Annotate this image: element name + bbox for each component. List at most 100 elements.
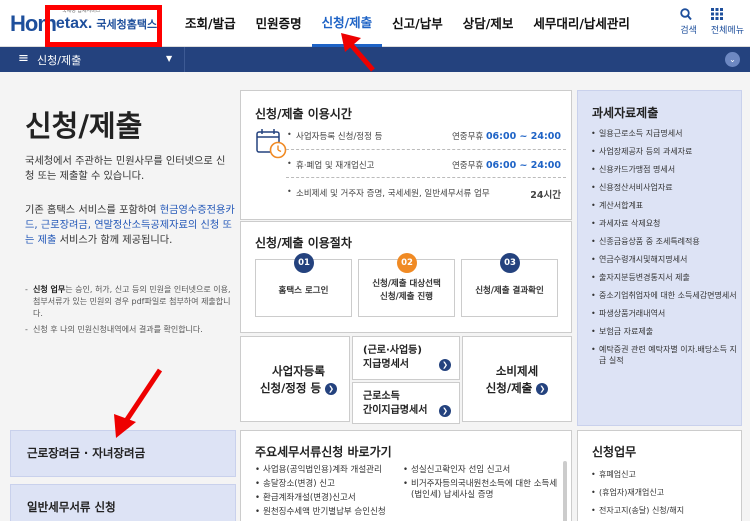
scrollbar[interactable] <box>563 461 567 521</box>
step-number: 01 <box>294 253 314 273</box>
step-label: 홈택스 로그인 <box>278 286 329 296</box>
list-item[interactable]: 신용정산서비사업자료 <box>591 182 739 193</box>
quick-links-title: 주요세무서류신청 바로가기 <box>255 445 392 459</box>
list-item[interactable]: 예탁증권 관련 예탁자별 이자.배당소득 지급 실적 <box>591 344 739 366</box>
bar-separator <box>184 47 185 72</box>
bar-title[interactable]: 신청/제출 <box>37 52 81 68</box>
desc2-pre: 기존 홈택스 서비스를 포함하여 <box>25 205 160 216</box>
hours-row-prefix: 연중무휴 <box>451 132 486 142</box>
step-select[interactable]: 02 신청/제출 대상선택 신청/제출 진행 <box>358 253 455 317</box>
main-nav: 조회/발급 민원증명 신청/제출 신고/납부 상담/제보 세무대리/납세관리 <box>175 0 640 47</box>
nav-item-inquiry[interactable]: 조회/발급 <box>175 0 246 47</box>
work-list: 휴폐업신고 (휴업자)재개업신고전자고지(송달) 신청/해지 <box>591 469 739 521</box>
step-label: 신청/제출 진행 <box>380 292 433 302</box>
payment-statement-tile[interactable]: (근로·사업등) 지급명세서 ❯ <box>352 336 460 380</box>
simple-payment-statement-tile[interactable]: 근로소득 간이지급명세서 ❯ <box>352 382 460 424</box>
application-work-panel: 신청업무 휴폐업신고 (휴업자)재개업신고전자고지(송달) 신청/해지 <box>577 430 742 521</box>
list-item[interactable]: 신용카드가맹점 명세서 <box>591 164 739 175</box>
tile-text: 사업자등록 신청/정정 등 ❯ <box>251 363 346 397</box>
hours-row-value: 연중무휴 06:00 ~ 24:00 <box>452 130 561 142</box>
list-item[interactable]: 출자지분등변경통지서 제출 <box>591 272 739 283</box>
list-item[interactable]: 파생상품거래내역서 <box>591 308 739 319</box>
clock-calendar-icon <box>256 129 287 159</box>
note-1-bold: 신청 업무 <box>33 285 66 294</box>
all-menu-button[interactable]: 전체메뉴 <box>710 6 744 36</box>
quick-links-col1: 사업용(공익법인용)계좌 개설관리 송달장소(변경) 신고 환급계좌개설(변경)… <box>255 465 405 521</box>
tile-text: 소비제세신청/제출 ❯ <box>463 363 571 397</box>
nav-item-consult[interactable]: 상담/제보 <box>453 0 524 47</box>
hours-row-label: 휴·폐업 및 재개업신고 <box>296 161 375 171</box>
step-result[interactable]: 03 신청/제출 결과확인 <box>461 253 558 317</box>
arrow-right-icon: ❯ <box>325 382 338 395</box>
quick-links-col2: 성실신고확인자 선임 신고서 비거주자등의국내원천소득에 대한 소득세(법인세)… <box>403 465 558 504</box>
step-label: 신청/제출 대상선택 <box>372 279 441 289</box>
tile-text: 근로소득간이지급명세서 <box>363 390 427 418</box>
list-item[interactable]: 중소기업취업자에 대한 소득세감면명세서 <box>591 290 739 301</box>
hamburger-icon[interactable]: ≡ <box>18 51 29 66</box>
chevron-down-icon[interactable]: ⌄ <box>725 52 740 67</box>
quick-link[interactable]: 원천징수세액 반기별납부 승인신청 <box>255 507 405 518</box>
tile-line: 소비제세 <box>495 364 539 378</box>
hours-row-time: 24시간 <box>530 190 561 201</box>
general-tax-document-button[interactable]: 일반세무서류 신청 <box>10 484 236 521</box>
list-item[interactable]: 과세자료 삭제요청 <box>591 218 739 229</box>
list-item[interactable]: 전자고지(송달) 신청/해지 <box>591 505 739 516</box>
arrow-right-icon: ❯ <box>536 382 549 395</box>
nav-item-agent[interactable]: 세무대리/납세관리 <box>523 0 640 47</box>
list-item[interactable]: 일용근로소득 지급명세서 <box>591 128 739 139</box>
quick-link[interactable]: 환급계좌개설(변경)신고서 <box>255 493 405 504</box>
list-item[interactable]: 휴폐업신고 <box>591 469 739 480</box>
hours-row-label: 사업자등록 신청/정정 등 <box>296 132 383 142</box>
step-number: 03 <box>500 253 520 273</box>
quick-link[interactable]: 비거주자등의국내원천소득에 대한 소득세(법인세) 납세사실 증명 <box>403 479 558 501</box>
tile-line: 간이지급명세서 <box>363 405 428 416</box>
note-1: 신청 업무는 승인, 허가, 신고 등의 민원을 인터넷으로 이용, 첨부서류가… <box>25 284 235 320</box>
business-registration-tile[interactable]: 사업자등록 신청/정정 등 ❯ <box>240 336 350 422</box>
nav-item-report[interactable]: 신고/납부 <box>382 0 453 47</box>
tile-line: 지급명세서 <box>363 359 409 370</box>
quick-link[interactable]: 송달장소(변경) 신고 <box>255 479 405 490</box>
hours-row-time: 06:00 ~ 24:00 <box>485 131 561 142</box>
step-label: 신청/제출 결과확인 <box>475 286 544 296</box>
hours-row-value: 24시간 <box>530 187 561 201</box>
grid-icon <box>710 8 723 20</box>
red-arrow-icon <box>341 33 375 72</box>
list-item[interactable]: (휴업자)재개업신고 <box>591 487 739 498</box>
quick-link[interactable]: 사업용(공익법인용)계좌 개설관리 <box>255 465 405 476</box>
note-2: 신청 후 나의 민원신청내역에서 결과를 확인합니다. <box>25 324 235 336</box>
tile-line: 신청/정정 등 <box>259 381 322 395</box>
search-button[interactable]: 검색 <box>680 6 697 36</box>
step-login[interactable]: 01 홈택스 로그인 <box>255 253 352 317</box>
divider <box>286 149 566 150</box>
consumption-tax-tile[interactable]: 소비제세신청/제출 ❯ <box>462 336 572 422</box>
hours-row-label: 소비제세 및 거주자 증명, 국세세원, 일반세무서류 업무 <box>296 189 490 199</box>
tile-line: (근로·사업등) <box>363 345 422 356</box>
list-item[interactable]: 계산서합계표 <box>591 200 739 211</box>
submission-title: 과세자료제출 <box>592 106 659 120</box>
list-item[interactable]: 연금수령개시및해지명세서 <box>591 254 739 265</box>
list-item[interactable]: 보험금 자료제출 <box>591 326 739 337</box>
hours-row-time: 06:00 ~ 24:00 <box>485 160 561 171</box>
search-icon <box>680 8 693 21</box>
list-item[interactable]: 사업장제공자 등의 과세자료 <box>591 146 739 157</box>
hours-title: 신청/제출 이용시간 <box>255 107 352 121</box>
quick-link[interactable]: 성실신고확인자 선임 신고서 <box>403 465 558 476</box>
page-title: 신청/제출 <box>25 109 143 143</box>
submission-list: 일용근로소득 지급명세서사업장제공자 등의 과세자료신용카드가맹점 명세서신용정… <box>591 128 739 373</box>
page-description: 국세청에서 주관하는 민원사무를 인터넷으로 신청 또는 제출할 수 있습니다. <box>25 156 226 182</box>
search-label: 검색 <box>680 26 697 36</box>
notes: 신청 업무는 승인, 허가, 신고 등의 민원을 인터넷으로 이용, 첨부서류가… <box>25 284 235 340</box>
tile-line: 신청/제출 <box>485 381 533 395</box>
page: Hom etax. 국세청홈택스 국세청 납세서비스 조회/발급 민원증명 신청… <box>0 0 750 521</box>
nav-item-certificate[interactable]: 민원증명 <box>246 0 312 47</box>
tile-text: (근로·사업등) 지급명세서 <box>363 344 422 372</box>
quick-links-panel: 주요세무서류신청 바로가기 사업용(공익법인용)계좌 개설관리 송달장소(변경)… <box>240 430 572 521</box>
list-item[interactable]: 신종금융상품 중 조세특례적용 <box>591 236 739 247</box>
tax-data-submission-panel: 과세자료제출 일용근로소득 지급명세서사업장제공자 등의 과세자료신용카드가맹점… <box>577 90 742 426</box>
tile-line: 근로소득 <box>363 391 400 402</box>
triangle-down-icon[interactable]: ▼ <box>166 54 172 63</box>
procedure-title: 신청/제출 이용절차 <box>255 236 352 250</box>
hours-panel: 신청/제출 이용시간 • 사업자등록 신청/정정 등 연중무휴 06:00 ~ 24… <box>240 90 572 220</box>
desc2-post: 서비스가 함께 제공됩니다. <box>56 235 173 246</box>
all-menu-label: 전체메뉴 <box>710 26 744 36</box>
